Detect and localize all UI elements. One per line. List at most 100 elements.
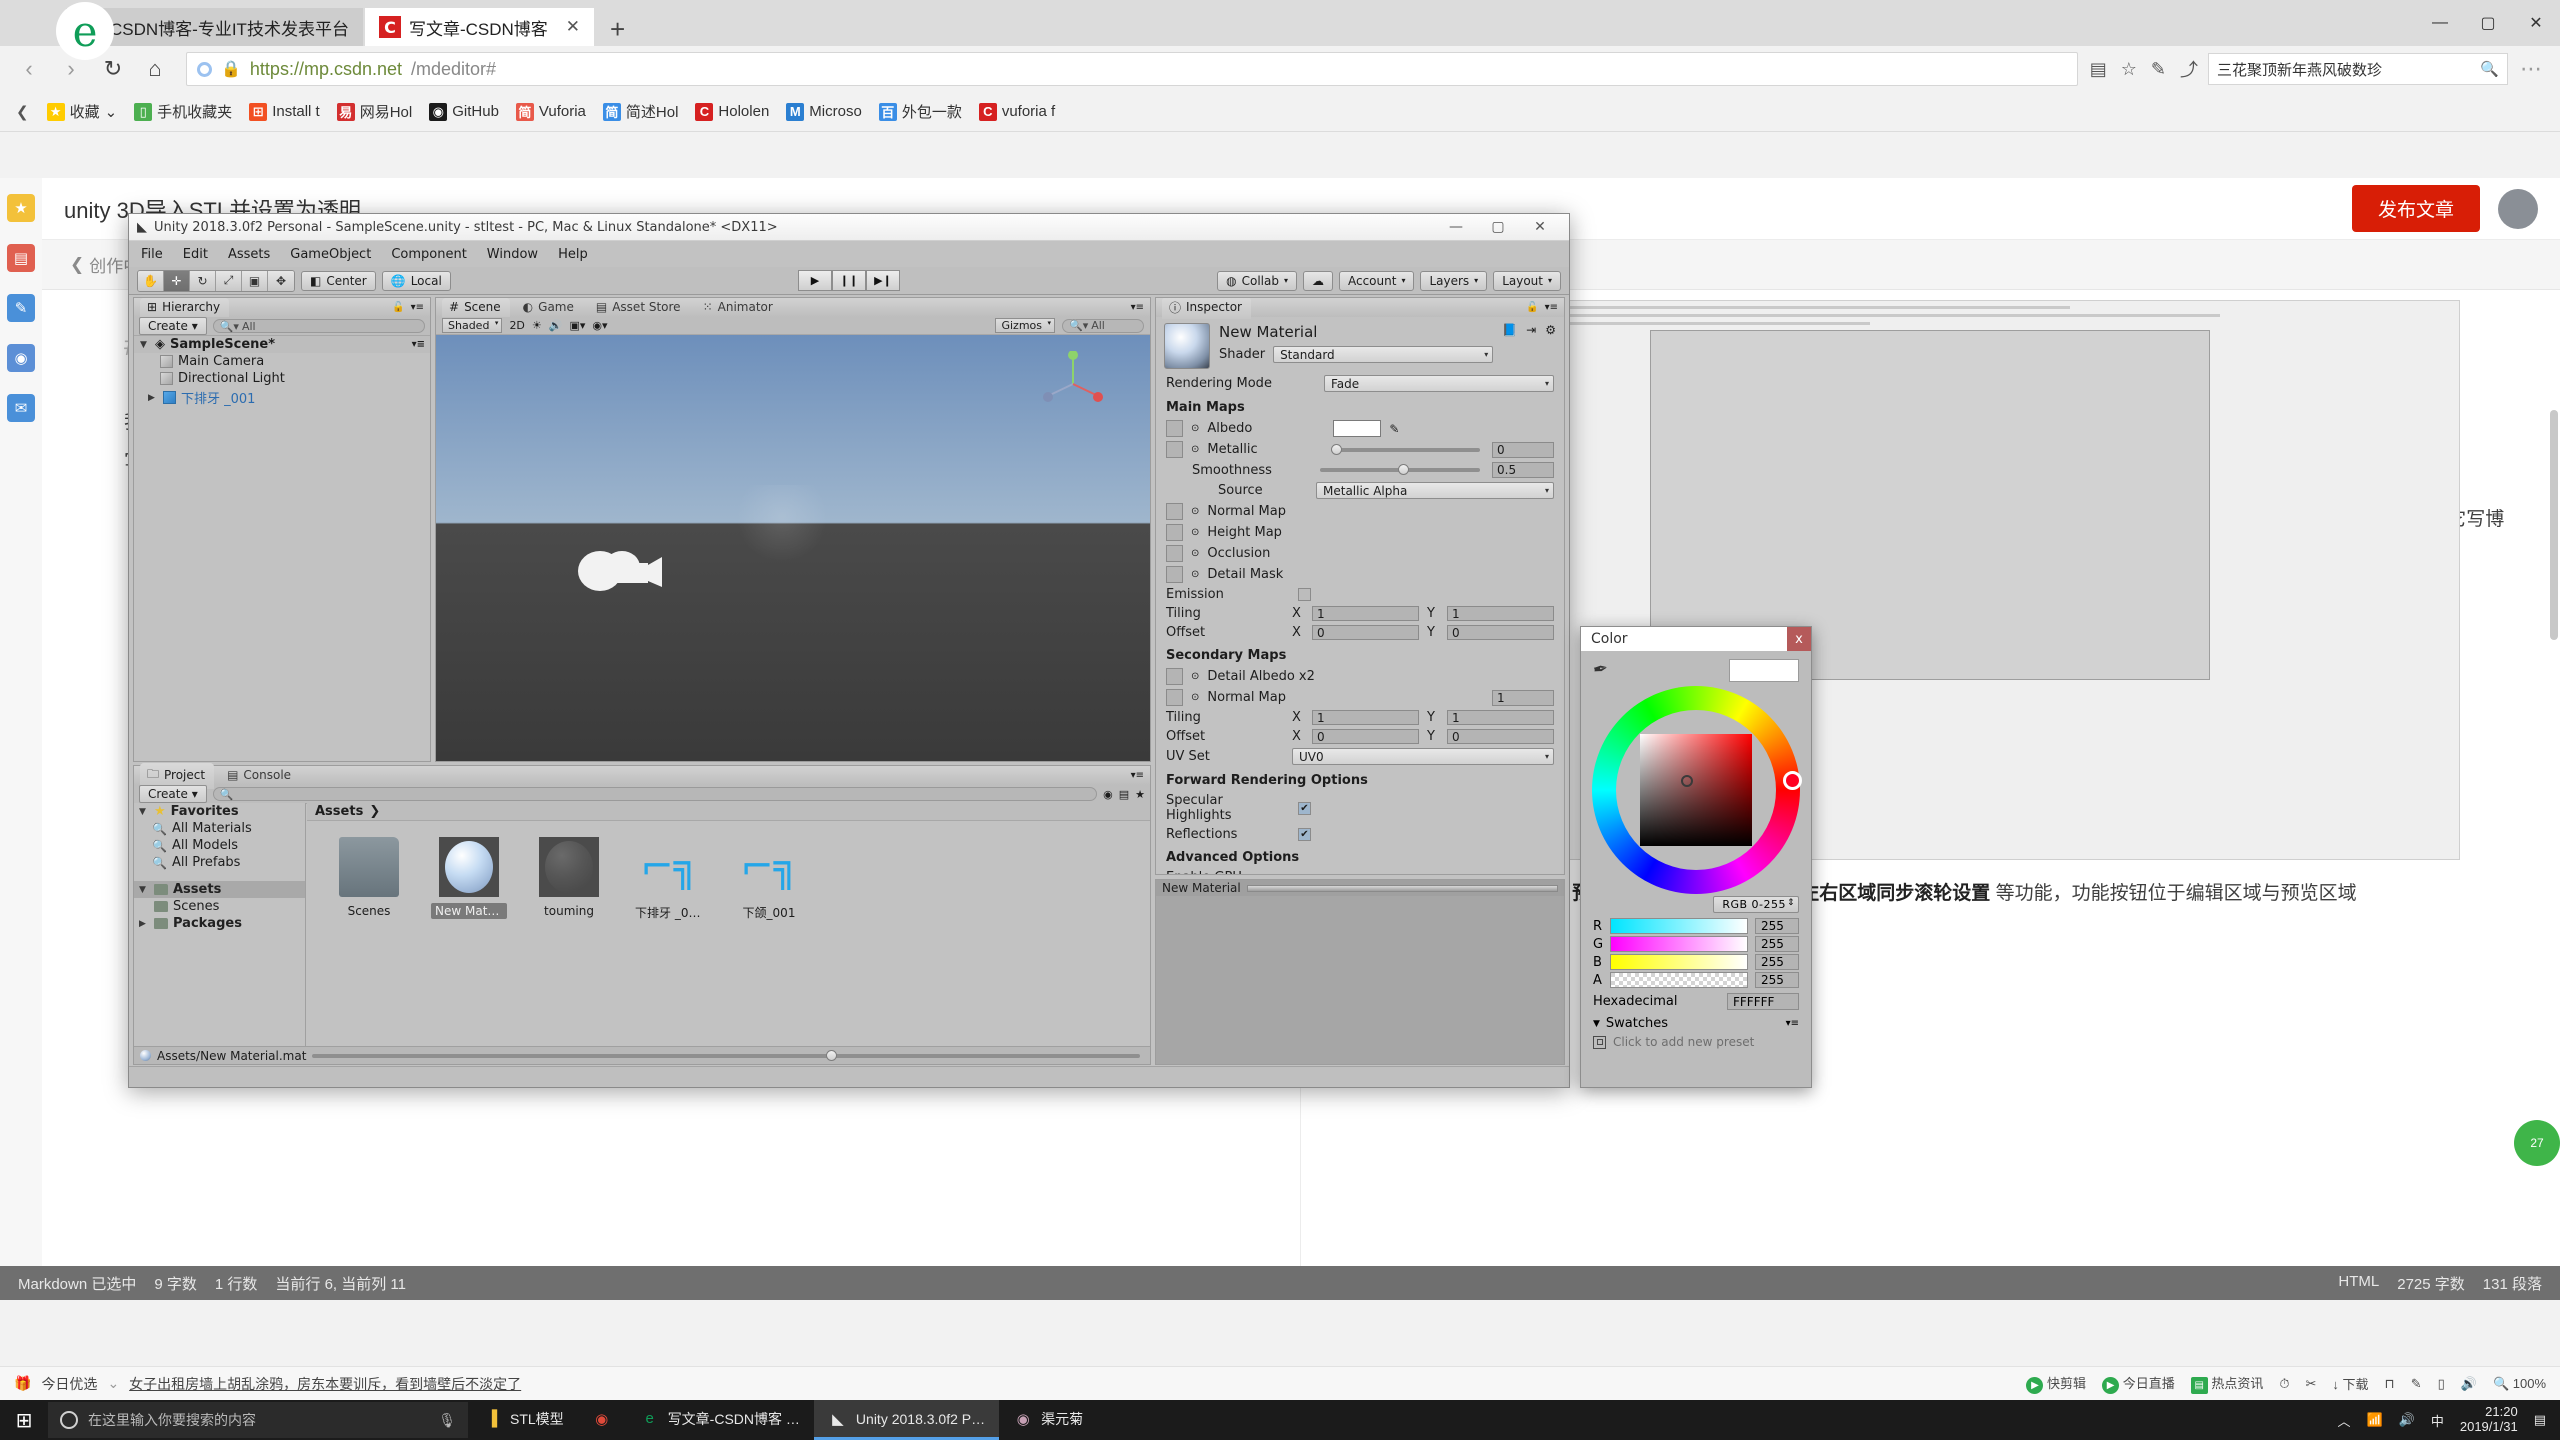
- step-button[interactable]: ▶❙: [866, 270, 900, 291]
- close-tab-icon[interactable]: ✕: [566, 17, 580, 37]
- home-button[interactable]: ⌂: [136, 51, 174, 87]
- clock-date[interactable]: 2019/1/31: [2460, 1419, 2518, 1435]
- layout-button[interactable]: Layout ▾: [1493, 270, 1561, 291]
- edit-icon[interactable]: ✎: [7, 294, 35, 322]
- panel-menu-icon[interactable]: ▾≡: [411, 302, 424, 313]
- chevron-down-icon[interactable]: ▼: [140, 340, 150, 350]
- thumbnail-size-slider[interactable]: [312, 1049, 1140, 1061]
- normal-map-dot-icon[interactable]: ⊙: [1191, 506, 1199, 517]
- uv-set-dropdown[interactable]: UV0: [1292, 748, 1554, 765]
- layers-button[interactable]: Layers ▾: [1420, 270, 1488, 291]
- maximize-icon[interactable]: ▢: [2464, 13, 2512, 33]
- tree-item-scenes[interactable]: Scenes: [134, 898, 305, 915]
- clock-time[interactable]: 21:20: [2485, 1404, 2518, 1420]
- smoothness-value[interactable]: 0.5: [1492, 462, 1554, 478]
- secondary-normal-texture-slot[interactable]: [1166, 689, 1183, 706]
- close-icon[interactable]: x: [1787, 627, 1811, 651]
- bookmark-item[interactable]: 易 网易Hol: [330, 98, 420, 125]
- reflections-checkbox[interactable]: [1298, 828, 1311, 841]
- tab-console[interactable]: ▤ Console: [220, 766, 300, 785]
- filter-icon[interactable]: ◉: [1103, 788, 1113, 801]
- taskbar-search-input[interactable]: 在这里输入你要搜索的内容 🎙: [48, 1402, 468, 1438]
- user-avatar[interactable]: [2498, 188, 2538, 229]
- occlusion-texture-slot[interactable]: [1166, 545, 1183, 562]
- swatches-menu-icon[interactable]: ▾≡: [1786, 1018, 1799, 1029]
- taskbar-item-chrome[interactable]: ◉: [578, 1400, 626, 1440]
- bookmark-item[interactable]: M Microso: [779, 100, 869, 124]
- swatches-header[interactable]: ▼ Swatches ▾≡: [1581, 1014, 1811, 1033]
- hand-tool-icon[interactable]: ✋: [138, 270, 164, 291]
- help-icon[interactable]: 📘: [1502, 323, 1517, 337]
- volume-icon[interactable]: 🔊: [2399, 1412, 2415, 1428]
- secondary-offset-x-field[interactable]: 0: [1312, 729, 1419, 744]
- hot-news-button[interactable]: ▤ 热点资讯: [2190, 1373, 2263, 1394]
- maximize-icon[interactable]: ▢: [1477, 219, 1519, 235]
- chevron-down-icon[interactable]: ▼: [139, 885, 149, 895]
- chevron-down-icon[interactable]: ▼: [1593, 1019, 1600, 1029]
- hierarchy-item-directional-light[interactable]: Directional Light: [134, 370, 430, 387]
- channel-slider[interactable]: [1610, 918, 1748, 934]
- label-filter-icon[interactable]: ▤: [1119, 788, 1129, 801]
- create-button[interactable]: Create ▾: [139, 317, 207, 335]
- bookmark-item[interactable]: ▯ 手机收藏夹: [127, 98, 239, 125]
- scene-camera-icon[interactable]: ◉▾: [592, 319, 607, 332]
- asset-item-model-1[interactable]: ⌐╗ 下排牙 _001: [631, 837, 707, 925]
- menu-component[interactable]: Component: [391, 247, 466, 262]
- menu-edit[interactable]: Edit: [183, 247, 208, 262]
- asset-item-new-material[interactable]: New Materi…: [431, 837, 507, 925]
- tree-item-all-materials[interactable]: 🔍 All Materials: [134, 820, 305, 837]
- project-create-button[interactable]: Create ▾: [139, 785, 207, 803]
- bookmark-item[interactable]: 百 外包一款: [872, 98, 969, 125]
- browser-menu-icon[interactable]: ⋯: [2512, 51, 2550, 87]
- bookmark-item[interactable]: ★ 收藏 ⌄: [40, 98, 125, 125]
- mail-icon[interactable]: ✉: [7, 394, 35, 422]
- tab-scene[interactable]: # Scene: [442, 298, 510, 317]
- pen-icon[interactable]: ✎: [2411, 1376, 2422, 1392]
- play-button[interactable]: ▶: [798, 270, 832, 291]
- effects-icon[interactable]: ▣▾: [569, 319, 585, 332]
- scene-viewport[interactable]: [436, 335, 1150, 761]
- height-map-texture-slot[interactable]: [1166, 524, 1183, 541]
- channel-value[interactable]: 255: [1755, 972, 1799, 988]
- scene-orientation-gizmo[interactable]: [1040, 351, 1106, 417]
- search-icon[interactable]: 🔍: [2480, 60, 2499, 78]
- note-icon[interactable]: ✎: [2151, 59, 2166, 80]
- search-input[interactable]: 三花聚顶新年燕风破数珍 🔍: [2208, 53, 2508, 85]
- taskbar-item-stl-folder[interactable]: ▐ STL模型: [468, 1400, 578, 1440]
- scene-menu-icon[interactable]: ▾≡: [412, 339, 430, 350]
- collab-button[interactable]: ◍ Collab ▾: [1217, 270, 1297, 291]
- saturation-value-square[interactable]: [1640, 734, 1752, 846]
- download-button[interactable]: ↓ 下载: [2332, 1374, 2368, 1393]
- tab-animator[interactable]: ⁙ Animator: [696, 298, 782, 317]
- channel-value[interactable]: 255: [1755, 936, 1799, 952]
- panel-menu-icon[interactable]: ▾≡: [1131, 770, 1144, 781]
- asset-item-scenes[interactable]: Scenes: [331, 837, 407, 925]
- back-button[interactable]: ‹: [10, 51, 48, 87]
- eyedropper-icon[interactable]: ✎: [1389, 422, 1399, 436]
- taskbar-item-unity[interactable]: ◣ Unity 2018.3.0f2 P…: [813, 1400, 1000, 1440]
- tiling-y-field[interactable]: 1: [1447, 606, 1554, 621]
- audio-icon[interactable]: 🔊: [549, 319, 563, 332]
- shader-dropdown[interactable]: Standard: [1273, 346, 1494, 363]
- menu-window[interactable]: Window: [487, 247, 538, 262]
- 2d-toggle[interactable]: 2D: [509, 319, 524, 332]
- start-button-icon[interactable]: ⊞: [0, 1400, 48, 1440]
- tab-asset-store[interactable]: ▤ Asset Store: [589, 298, 690, 317]
- tray-expand-icon[interactable]: ︿: [2337, 1411, 2350, 1430]
- scene-search-input[interactable]: 🔍▾ All: [1062, 318, 1144, 333]
- detail-mask-dot-icon[interactable]: ⊙: [1191, 569, 1199, 580]
- lock-icon[interactable]: 🔓: [392, 302, 404, 313]
- reading-view-icon[interactable]: ▤: [2090, 59, 2107, 80]
- tree-item-packages[interactable]: ▶ Packages: [134, 915, 305, 932]
- live-button[interactable]: ▶ 今日直播: [2102, 1373, 2175, 1394]
- lock-icon[interactable]: 🔓: [1526, 302, 1538, 313]
- metallic-slider[interactable]: [1331, 443, 1480, 455]
- close-icon[interactable]: ✕: [1519, 219, 1561, 235]
- ime-icon[interactable]: 中: [2431, 1411, 2444, 1430]
- chevron-right-icon[interactable]: ▶: [139, 919, 149, 929]
- chevron-down-icon[interactable]: ⌄: [107, 1375, 119, 1392]
- pivot-toggle[interactable]: ◧ Center: [301, 270, 376, 291]
- mobile-icon[interactable]: ▯: [2438, 1376, 2445, 1392]
- bookmark-item[interactable]: ⊞ Install t: [242, 100, 327, 124]
- floating-counter-badge[interactable]: 27: [2514, 1120, 2560, 1166]
